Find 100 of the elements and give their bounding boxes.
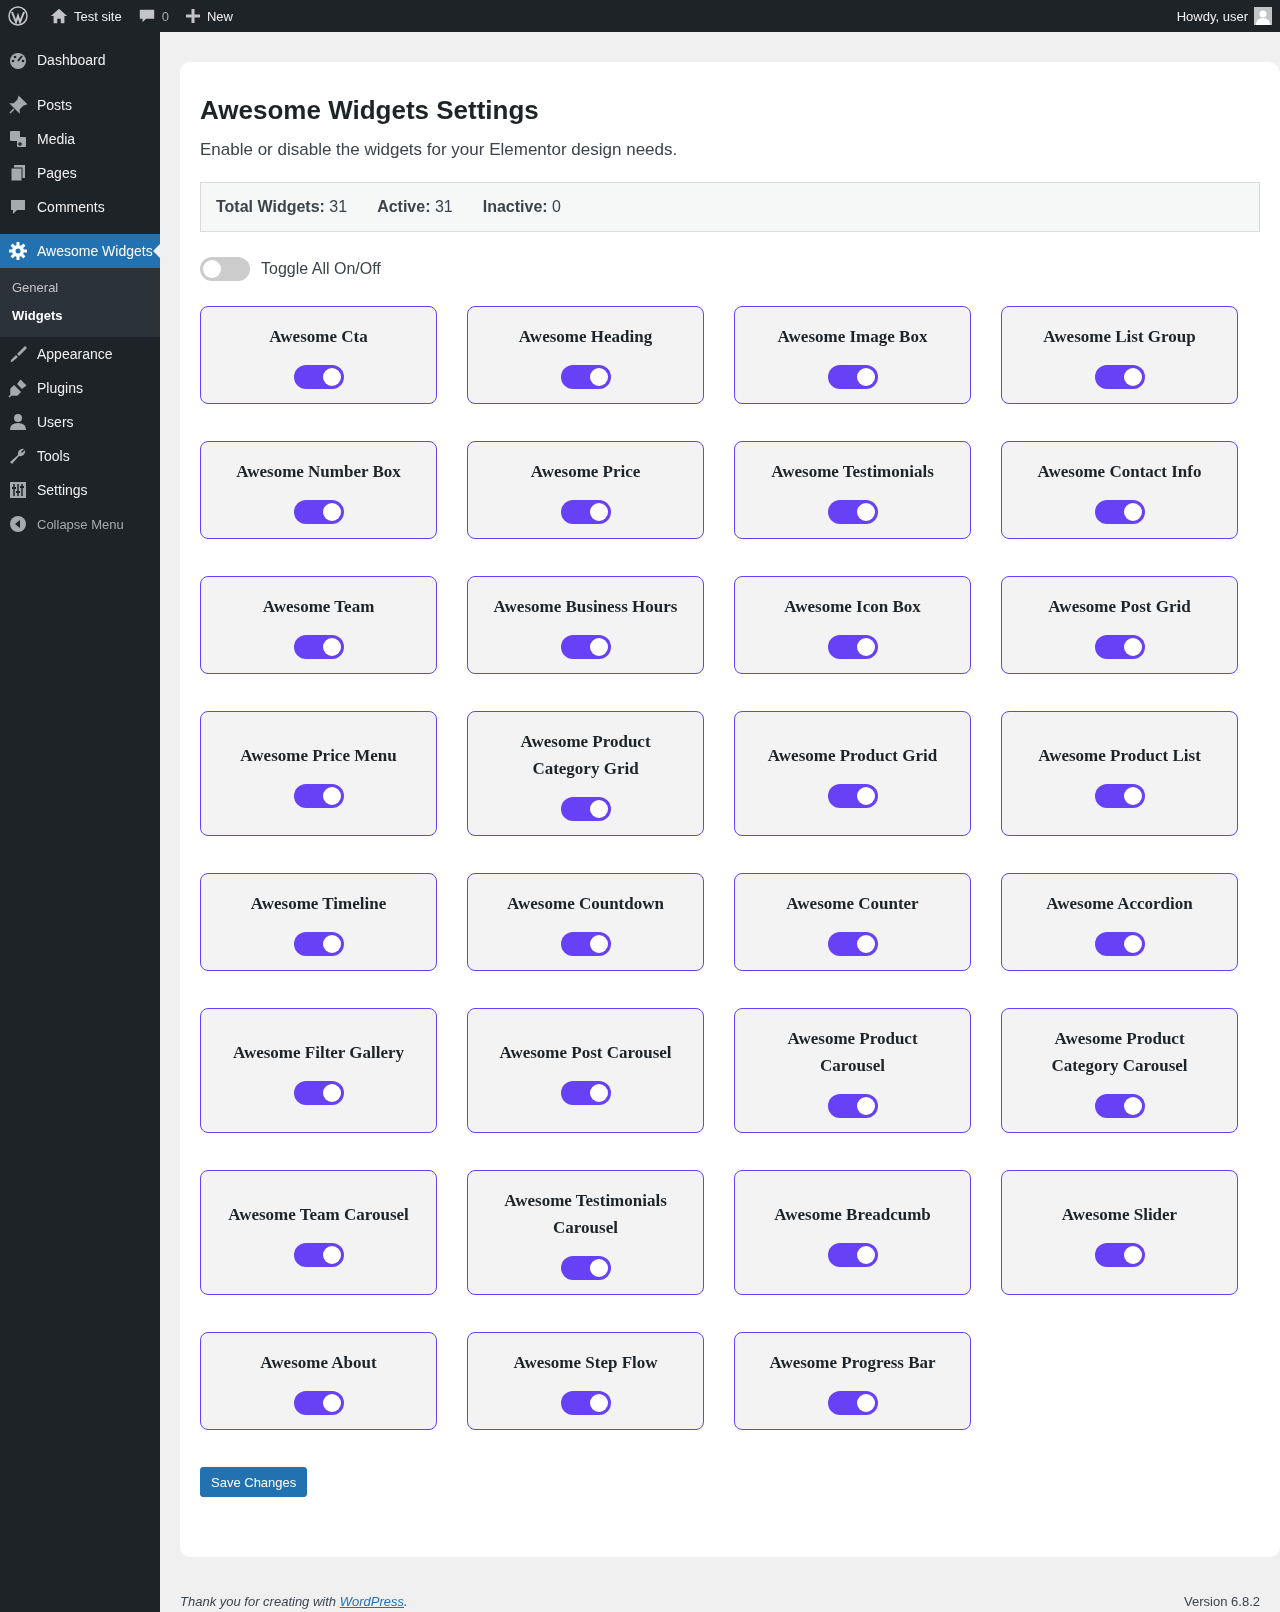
widget-name: Awesome Counter: [786, 893, 919, 915]
sidebar-item[interactable]: Plugins: [0, 371, 160, 405]
widget-name: Awesome About: [260, 1352, 377, 1374]
sidebar-item[interactable]: Posts: [0, 88, 160, 122]
toggle-switch[interactable]: [827, 1391, 878, 1415]
toggle-switch[interactable]: [293, 635, 344, 659]
widget-name: Awesome Post Carousel: [499, 1041, 672, 1064]
toggle-switch[interactable]: [827, 783, 878, 808]
widget-name: Awesome Cta: [269, 326, 368, 348]
sidebar-item[interactable]: Pages: [0, 156, 160, 190]
submenu-item[interactable]: Widgets: [0, 302, 160, 330]
collapse-menu-button[interactable]: Collapse Menu: [0, 507, 160, 541]
toggle-switch[interactable]: [827, 1242, 878, 1267]
media-icon: [8, 129, 28, 149]
widget-name: Awesome Countdown: [507, 893, 664, 915]
gear-icon: [8, 241, 28, 261]
widget-name: Awesome Filter Gallery: [232, 1041, 405, 1064]
toggle-switch[interactable]: [1094, 500, 1145, 524]
toggle-switch[interactable]: [293, 365, 344, 389]
home-icon: [50, 7, 68, 25]
pages-icon: [8, 163, 28, 183]
greeting-text[interactable]: Howdy, user: [1176, 8, 1248, 24]
widget-name: Awesome Team Carousel: [228, 1203, 409, 1226]
widget-name: Awesome Accordion: [1046, 893, 1193, 915]
widget-name: Awesome Testimonials: [771, 461, 934, 483]
widget-name: Awesome Post Grid: [1048, 596, 1191, 618]
widget-name: Awesome Number Box: [236, 461, 401, 483]
toggle-switch[interactable]: [293, 500, 344, 524]
toggle-switch[interactable]: [827, 635, 878, 659]
toggle-switch[interactable]: [1094, 1094, 1145, 1118]
toggle-switch[interactable]: [827, 932, 878, 956]
pin-icon: [8, 95, 28, 115]
toggle-switch[interactable]: [560, 932, 611, 956]
toggle-switch[interactable]: [293, 1080, 344, 1105]
toggle-switch[interactable]: [1094, 783, 1145, 808]
toggle-switch[interactable]: [560, 1080, 611, 1105]
sidebar-item[interactable]: Users: [0, 405, 160, 439]
wrench-icon: [8, 446, 28, 466]
new-link[interactable]: New: [206, 8, 233, 24]
toggle-switch[interactable]: [1094, 365, 1145, 389]
sidebar-item[interactable]: Dashboard: [0, 43, 160, 77]
widget-name: Awesome Team: [262, 596, 375, 618]
widget-name: Awesome Contact Info: [1037, 461, 1202, 483]
toggle-switch[interactable]: [560, 500, 611, 524]
widget-name: Awesome Product Carousel: [786, 1028, 919, 1077]
submenu-item[interactable]: General: [0, 274, 160, 302]
widget-name: Awesome Product Grid: [767, 744, 938, 767]
toggle-all-label: Toggle All On/Off: [261, 260, 381, 278]
wordpress-link[interactable]: WordPress: [339, 1594, 404, 1609]
widget-name: Awesome Product Category Grid: [519, 731, 652, 780]
site-link[interactable]: Test site: [74, 8, 122, 24]
widget-name: Awesome Product List: [1038, 744, 1201, 767]
toggle-switch[interactable]: [827, 1094, 878, 1118]
sliders-icon: [8, 480, 28, 500]
toggle-switch[interactable]: [827, 500, 878, 524]
sidebar-item[interactable]: Media: [0, 122, 160, 156]
toggle-switch[interactable]: [827, 365, 878, 389]
plug-icon: [8, 378, 28, 398]
wordpress-logo-icon[interactable]: [8, 6, 28, 26]
gauge-icon: [8, 50, 28, 70]
user-icon: [8, 412, 28, 432]
toggle-switch[interactable]: [293, 1391, 344, 1415]
toggle-switch[interactable]: [560, 635, 611, 659]
save-button[interactable]: Save Changes: [200, 1467, 308, 1497]
toggle-switch[interactable]: [293, 783, 344, 808]
widget-name: Awesome List Group: [1043, 326, 1196, 348]
footer-credit: Thank you for creating with WordPress.: [180, 1593, 408, 1611]
sidebar-item[interactable]: Awesome Widgets: [0, 234, 160, 268]
toggle-switch[interactable]: [1094, 932, 1145, 956]
toggle-switch[interactable]: [560, 797, 611, 821]
toggle-switch[interactable]: [200, 257, 250, 281]
sidebar-item[interactable]: Tools: [0, 439, 160, 473]
sidebar-item[interactable]: Settings: [0, 473, 160, 507]
toggle-switch[interactable]: [560, 1391, 611, 1415]
page-title: Awesome Widgets Settings: [200, 95, 540, 125]
comment-count[interactable]: 0: [161, 8, 169, 24]
sidebar-item[interactable]: Comments: [0, 190, 160, 224]
widget-name: Awesome Heading: [518, 326, 653, 348]
toggle-switch[interactable]: [560, 1256, 611, 1280]
stat-text: Total Widgets: 31: [216, 198, 348, 216]
page-description: Enable or disable the widgets for your Elementor design needs.: [200, 140, 679, 160]
toggle-switch[interactable]: [560, 365, 611, 389]
widget-name: Awesome Step Flow: [513, 1352, 658, 1374]
widget-name: Awesome Slider: [1061, 1203, 1178, 1226]
toggle-switch[interactable]: [293, 1242, 344, 1267]
widget-name: Awesome Business Hours: [493, 596, 678, 618]
widget-name: Awesome Icon Box: [784, 596, 921, 618]
brush-icon: [8, 344, 28, 364]
widget-name: Awesome Image Box: [777, 326, 928, 348]
toggle-switch[interactable]: [293, 932, 344, 956]
toggle-switch[interactable]: [1094, 1242, 1145, 1267]
widget-name: Awesome Price Menu: [240, 744, 397, 767]
toggle-switch[interactable]: [1094, 635, 1145, 659]
widget-name: Awesome Testimonials Carousel: [503, 1190, 668, 1239]
plus-icon: [184, 8, 201, 24]
stat-text: Inactive: 0: [482, 198, 561, 216]
version-text: Version 6.8.2: [1184, 1593, 1260, 1611]
sidebar-item[interactable]: Appearance: [0, 337, 160, 371]
widget-name: Awesome Breadcumb: [774, 1203, 931, 1226]
stat-text: Active: 31: [377, 198, 453, 216]
